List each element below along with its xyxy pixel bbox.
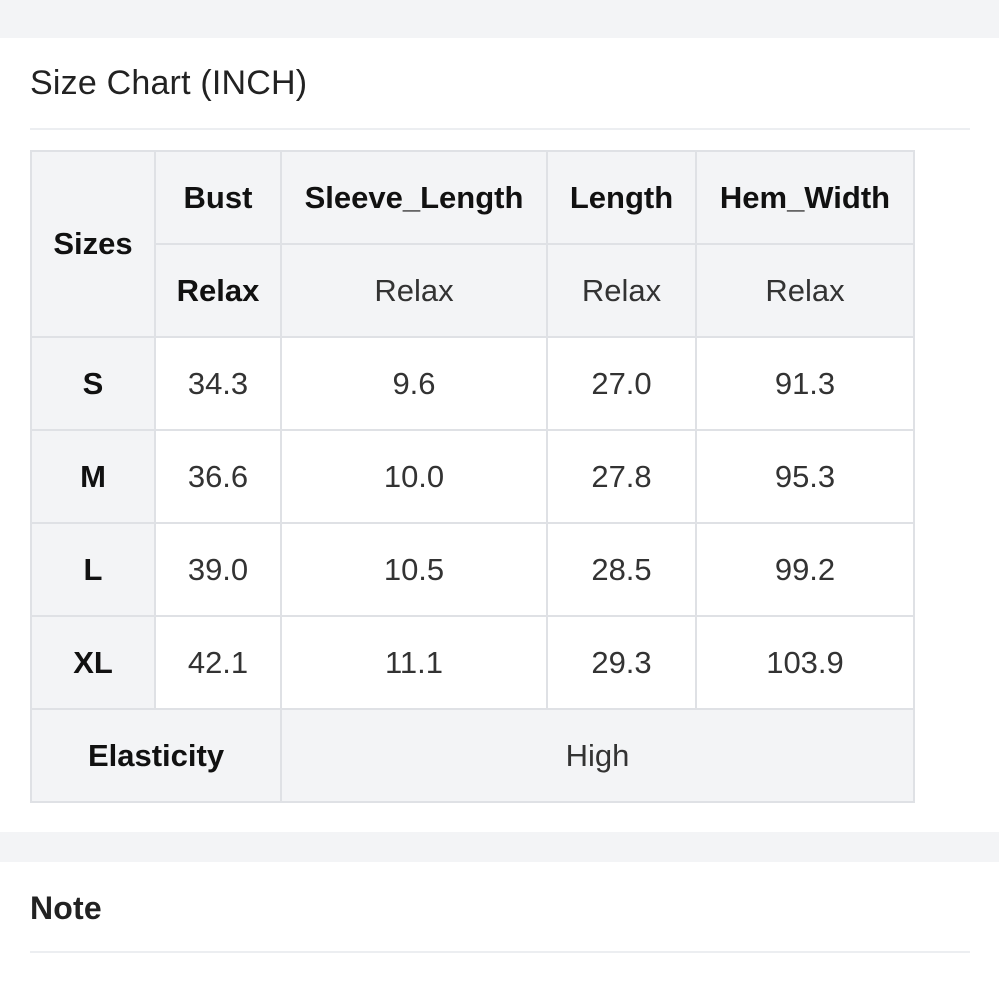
table-row: L 39.0 10.5 28.5 99.2 (30, 522, 915, 617)
size-chart-table: Sizes Bust Sleeve_Length Length Hem_Widt… (30, 150, 915, 803)
column-header-length: Length (546, 150, 697, 245)
size-chart-title: Size Chart (INCH) (30, 64, 308, 102)
value-cell: 10.5 (280, 522, 548, 617)
table-row: M 36.6 10.0 27.8 95.3 (30, 429, 915, 524)
note-title: Note (30, 890, 102, 926)
size-label: XL (30, 615, 156, 710)
size-label: S (30, 336, 156, 431)
fit-cell-hem-width: Relax (695, 243, 915, 338)
table-header-row: Sizes Bust Sleeve_Length Length Hem_Widt… (30, 150, 915, 338)
value-cell: 42.1 (154, 615, 282, 710)
value-cell: 9.6 (280, 336, 548, 431)
table-row: S 34.3 9.6 27.0 91.3 (30, 336, 915, 431)
fit-cell-sleeve-length: Relax (280, 243, 548, 338)
middle-gap-band (0, 832, 999, 862)
top-gap-band (0, 0, 999, 38)
value-cell: 10.0 (280, 429, 548, 524)
value-cell: 11.1 (280, 615, 548, 710)
value-cell: 34.3 (154, 336, 282, 431)
value-cell: 28.5 (546, 522, 697, 617)
column-header-bust: Bust (154, 150, 282, 245)
value-cell: 39.0 (154, 522, 282, 617)
column-header-hem-width: Hem_Width (695, 150, 915, 245)
note-divider (30, 951, 970, 953)
fit-cell-bust: Relax (154, 243, 282, 338)
value-cell: 91.3 (695, 336, 915, 431)
value-cell: 27.0 (546, 336, 697, 431)
value-cell: 27.8 (546, 429, 697, 524)
value-cell: 29.3 (546, 615, 697, 710)
size-label: M (30, 429, 156, 524)
value-cell: 36.6 (154, 429, 282, 524)
size-chart-table-wrap: Sizes Bust Sleeve_Length Length Hem_Widt… (30, 150, 915, 803)
value-cell: 99.2 (695, 522, 915, 617)
fit-cell-length: Relax (546, 243, 697, 338)
note-section: Note (0, 862, 999, 1000)
sizes-header: Sizes (30, 150, 156, 338)
elasticity-row: Elasticity High (30, 708, 915, 803)
value-cell: 103.9 (695, 615, 915, 710)
elasticity-value: High (280, 708, 915, 803)
size-chart-section: Size Chart (INCH) Sizes Bust Sleeve_Leng… (0, 38, 999, 832)
elasticity-label: Elasticity (30, 708, 282, 803)
table-fit-row: Relax Relax Relax Relax (31, 243, 915, 338)
size-label: L (30, 522, 156, 617)
column-header-sleeve-length: Sleeve_Length (280, 150, 548, 245)
table-row: XL 42.1 11.1 29.3 103.9 (30, 615, 915, 710)
value-cell: 95.3 (695, 429, 915, 524)
size-chart-divider (30, 128, 970, 130)
